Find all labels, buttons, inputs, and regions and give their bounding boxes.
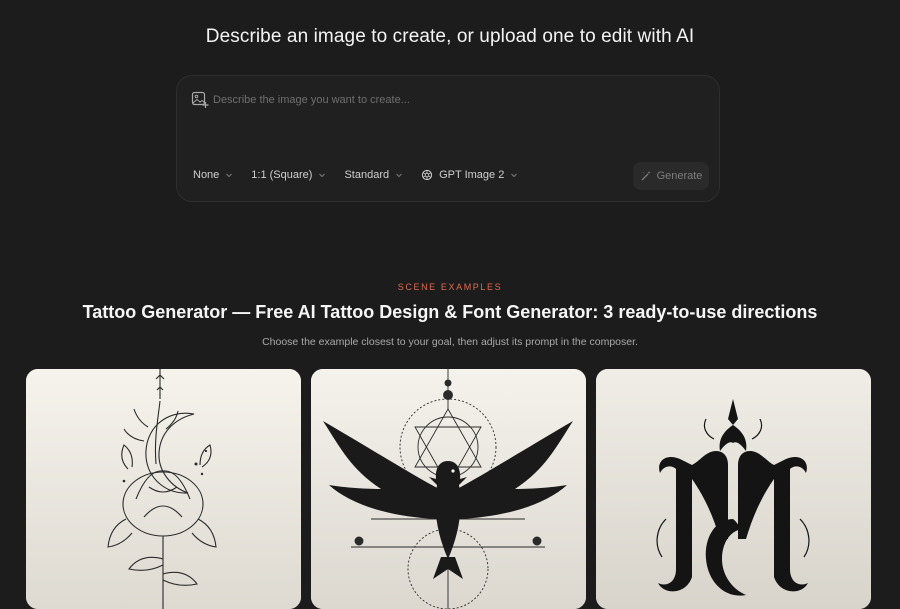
wand-icon: [640, 170, 652, 182]
aspect-ratio-label: 1:1 (Square): [251, 169, 313, 181]
page-headline: Describe an image to create, or upload o…: [205, 26, 695, 47]
gothic-monogram-tattoo-image: [596, 369, 871, 609]
floral-moon-tattoo-image: [26, 369, 301, 609]
prompt-composer: None 1:1 (Square) Standard: [176, 75, 720, 202]
model-icon: [421, 169, 433, 181]
model-dropdown[interactable]: GPT Image 2: [421, 169, 518, 181]
quality-label: Standard: [344, 169, 390, 181]
model-label: GPT Image 2: [439, 169, 505, 181]
aspect-ratio-dropdown[interactable]: 1:1 (Square): [251, 169, 326, 181]
prompt-input[interactable]: [213, 89, 693, 111]
style-dropdown-label: None: [193, 169, 220, 181]
chevron-down-icon: [395, 171, 403, 179]
quality-dropdown[interactable]: Standard: [344, 169, 403, 181]
example-card-floral-moon[interactable]: [26, 369, 301, 609]
section-subtitle: Choose the example closest to your goal,…: [262, 336, 638, 348]
section-eyebrow: SCENE EXAMPLES: [397, 282, 503, 292]
chevron-down-icon: [510, 171, 518, 179]
generate-label: Generate: [656, 170, 703, 182]
chevron-down-icon: [225, 171, 233, 179]
image-upload-icon[interactable]: [191, 91, 209, 109]
chevron-down-icon: [318, 171, 326, 179]
example-card-raven-geometry[interactable]: [311, 369, 586, 609]
style-dropdown[interactable]: None: [193, 169, 233, 181]
raven-sacred-geometry-tattoo-image: [311, 369, 586, 609]
generate-button[interactable]: Generate: [633, 162, 709, 190]
section-title: Tattoo Generator — Free AI Tattoo Design…: [82, 302, 818, 322]
example-card-gothic-monogram[interactable]: [596, 369, 871, 609]
